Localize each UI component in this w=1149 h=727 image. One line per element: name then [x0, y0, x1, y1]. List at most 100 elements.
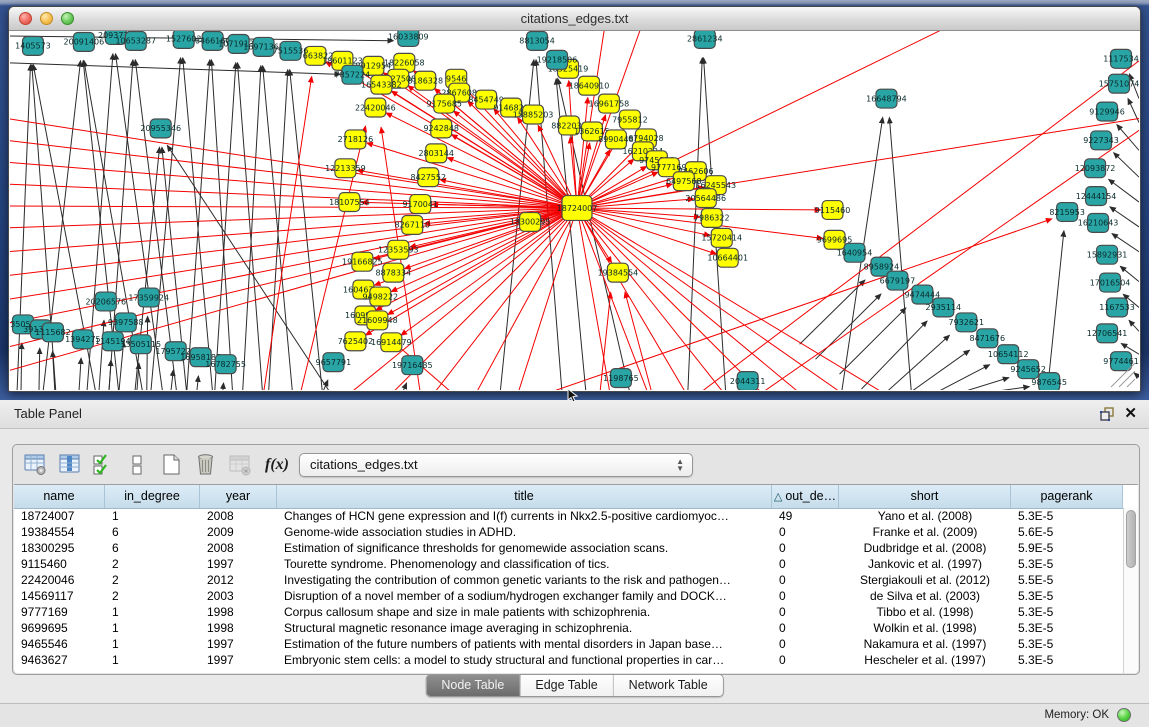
cell-in_degree: 2 [105, 556, 200, 572]
column-header-in_degree[interactable]: in_degree [105, 485, 200, 508]
table-body: 1872400712008Changes of HCN gene express… [14, 508, 1123, 673]
network-node-label: 15751074 [1099, 80, 1139, 89]
network-node-label: 20206576 [86, 297, 127, 306]
cell-year: 2009 [200, 524, 277, 540]
column-header-title[interactable]: title [277, 485, 772, 508]
cell-pagerank: 5.5E-5 [1011, 572, 1123, 588]
cell-year: 2008 [200, 508, 277, 524]
network-node-label: 9227343 [1083, 136, 1119, 145]
network-node-label: 9546 [446, 75, 466, 84]
network-node-label: 7515536 [273, 47, 309, 56]
network-node-label: 16914479 [371, 338, 412, 347]
cell-year: 1998 [200, 620, 277, 636]
cell-short: Stergiakouli et al. (2012) [839, 572, 1011, 588]
network-node-label: 9170041 [402, 200, 438, 209]
network-window-titlebar[interactable]: citations_edges.txt [9, 7, 1140, 31]
cell-name: 19384554 [14, 524, 105, 540]
network-node-label: 22420046 [355, 103, 396, 112]
table-settings-button[interactable] [21, 451, 49, 479]
cell-title: Disruption of a novel member of a sodium… [277, 588, 772, 604]
table-row[interactable]: 969969511998Structural magnetic resonanc… [14, 620, 1123, 636]
network-node-label: 12706541 [1087, 329, 1128, 338]
network-edge [215, 63, 236, 390]
table-scrollbar-thumb[interactable] [1126, 510, 1136, 568]
cell-in_degree: 2 [105, 588, 200, 604]
network-edge [577, 31, 605, 208]
close-panel-icon[interactable]: ✕ [1124, 404, 1137, 422]
float-panel-icon[interactable] [1100, 407, 1115, 422]
table-row[interactable]: 1872400712008Changes of HCN gene express… [14, 508, 1123, 524]
delete-table-button[interactable] [225, 451, 253, 479]
cell-out_degree: 0 [772, 604, 839, 620]
table-panel-header: Table Panel ✕ [0, 400, 1149, 429]
cell-short: Yano et al. (2008) [839, 508, 1011, 524]
table-row[interactable]: 946554611997Estimation of the future num… [14, 636, 1123, 652]
cell-out_degree: 0 [772, 652, 839, 668]
function-builder-icon[interactable]: f(x) [265, 456, 289, 474]
table-row[interactable]: 1938455462009Genome-wide association stu… [14, 524, 1123, 540]
network-node-label: 8186328 [407, 77, 443, 86]
tab-network-table[interactable]: Network Table [613, 675, 723, 696]
network-node-label: 1117534 [1103, 55, 1139, 64]
citation-network-graph[interactable]: 7663822186011238912954182260589827508165… [10, 31, 1139, 390]
network-node-label: 6679197 [880, 276, 916, 285]
network-edge [187, 60, 210, 390]
delete-columns-icon [193, 452, 218, 477]
table-select-dropdown[interactable]: citations_edges.txt▲▼ [299, 453, 693, 477]
cell-out_degree: 0 [772, 572, 839, 588]
cytoscape-app: citations_edges.txt 76638221860112389129… [0, 0, 1149, 727]
sort-ascending-icon: △ [774, 491, 782, 503]
create-column-button[interactable] [157, 451, 185, 479]
select-columns-button[interactable] [55, 451, 83, 479]
network-edge [700, 61, 1139, 390]
column-header-name[interactable]: name [14, 485, 105, 508]
network-edge [223, 383, 224, 390]
table-row[interactable]: 1456911722003Disruption of a novel membe… [14, 588, 1123, 604]
clear-selection-button[interactable] [123, 451, 151, 479]
cell-short: Tibbo et al. (1998) [839, 604, 1011, 620]
network-node-label: 18107554 [329, 198, 370, 207]
column-header-pagerank[interactable]: pagerank [1011, 485, 1123, 508]
cell-pagerank: 5.3E-5 [1011, 620, 1123, 636]
table-row[interactable]: 2242004622012Investigating the contribut… [14, 572, 1123, 588]
table-scrollbar[interactable] [1123, 508, 1138, 673]
cell-name: 9777169 [14, 604, 105, 620]
cell-title: Investigating the contribution of common… [277, 572, 772, 588]
memory-ok-indicator [1117, 708, 1131, 722]
cell-title: Tourette syndrome. Phenomenology and cla… [277, 556, 772, 572]
table-row[interactable]: 977716911998Corpus callosum shape and si… [14, 604, 1123, 620]
network-node-label: 19716485 [392, 361, 433, 370]
network-edge [10, 208, 577, 299]
network-node-label: 2803144 [418, 149, 454, 158]
network-node-label: 20955346 [140, 124, 181, 133]
table-row[interactable]: 911546021997Tourette syndrome. Phenomeno… [14, 556, 1123, 572]
cell-year: 1997 [200, 636, 277, 652]
cell-short: de Silva et al. (2003) [839, 588, 1011, 604]
table-row[interactable]: 1830029562008Estimation of significance … [14, 540, 1123, 556]
table-row[interactable]: 946362711997Embryonic stem cells: a mode… [14, 652, 1123, 668]
column-header-out_degree[interactable]: △out_de… [772, 485, 839, 508]
tab-edge-table[interactable]: Edge Table [519, 675, 612, 696]
column-header-short[interactable]: short [839, 485, 1011, 508]
network-edge [109, 360, 111, 390]
cell-in_degree: 1 [105, 508, 200, 524]
network-canvas[interactable]: 7663822186011238912954182260589827508165… [10, 31, 1139, 390]
table-panel-title: Table Panel [14, 400, 82, 428]
cell-out_degree: 0 [772, 620, 839, 636]
network-node-label: 10654112 [988, 350, 1029, 359]
network-node-label: 18724007 [557, 204, 598, 213]
delete-columns-button[interactable] [191, 451, 219, 479]
tab-node-table[interactable]: Node Table [426, 675, 519, 696]
network-edge [569, 81, 577, 208]
cell-out_degree: 0 [772, 524, 839, 540]
cell-pagerank: 5.6E-5 [1011, 524, 1123, 540]
network-edge [402, 383, 406, 390]
network-node-label: 9397588 [108, 318, 144, 327]
cell-pagerank: 5.3E-5 [1011, 588, 1123, 604]
network-edge [1129, 320, 1139, 331]
network-edge [577, 208, 821, 210]
network-edge [10, 63, 340, 75]
select-all-rows-button[interactable] [89, 451, 117, 479]
cell-year: 1997 [200, 556, 277, 572]
column-header-year[interactable]: year [200, 485, 277, 508]
